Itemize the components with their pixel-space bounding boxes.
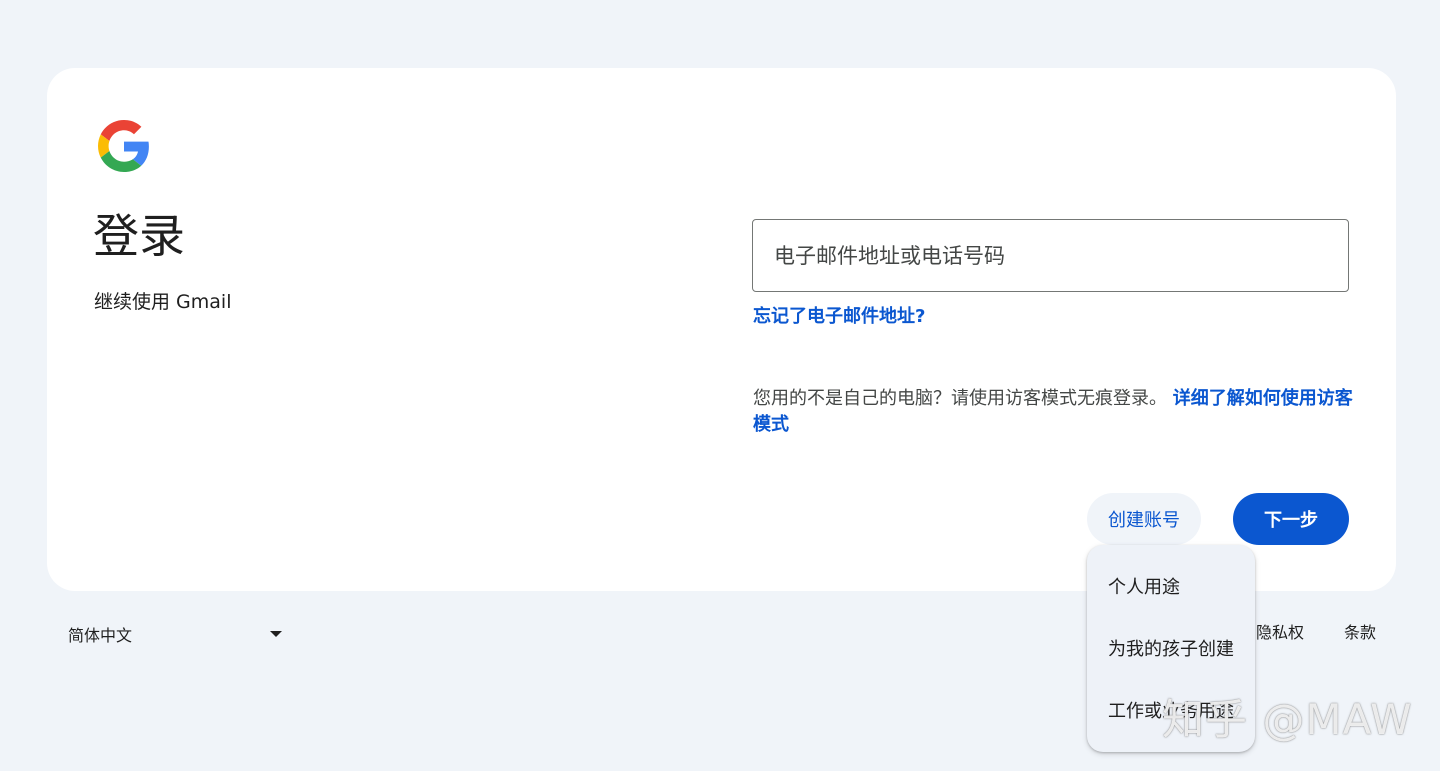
next-button[interactable]: 下一步: [1233, 493, 1349, 545]
guest-mode-notice: 您用的不是自己的电脑？请使用访客模式无痕登录。 详细了解如何使用访客模式: [753, 386, 1353, 438]
page-subtitle: 继续使用 Gmail: [94, 291, 232, 313]
language-label: 简体中文: [68, 626, 133, 645]
forgot-email-link[interactable]: 忘记了电子邮件地址?: [753, 304, 925, 330]
terms-link[interactable]: 条款: [1344, 621, 1376, 645]
language-selector[interactable]: 简体中文: [68, 621, 284, 647]
caret-down-icon: [270, 631, 282, 637]
menu-item-child[interactable]: 为我的孩子创建: [1087, 628, 1255, 668]
identifier-input[interactable]: [753, 220, 1348, 291]
watermark: 知乎 @MAW: [1162, 695, 1413, 744]
signin-card: 登录 继续使用 Gmail 忘记了电子邮件地址? 您用的不是自己的电脑？请使用访…: [47, 68, 1396, 591]
guest-mode-text: 您用的不是自己的电脑？请使用访客模式无痕登录。: [753, 388, 1167, 409]
menu-item-personal[interactable]: 个人用途: [1087, 566, 1255, 606]
create-account-button[interactable]: 创建账号: [1087, 493, 1201, 545]
google-g-icon: [98, 120, 149, 172]
page-title: 登录: [93, 209, 185, 263]
privacy-link[interactable]: 隐私权: [1256, 621, 1304, 645]
identifier-field[interactable]: [752, 219, 1349, 292]
